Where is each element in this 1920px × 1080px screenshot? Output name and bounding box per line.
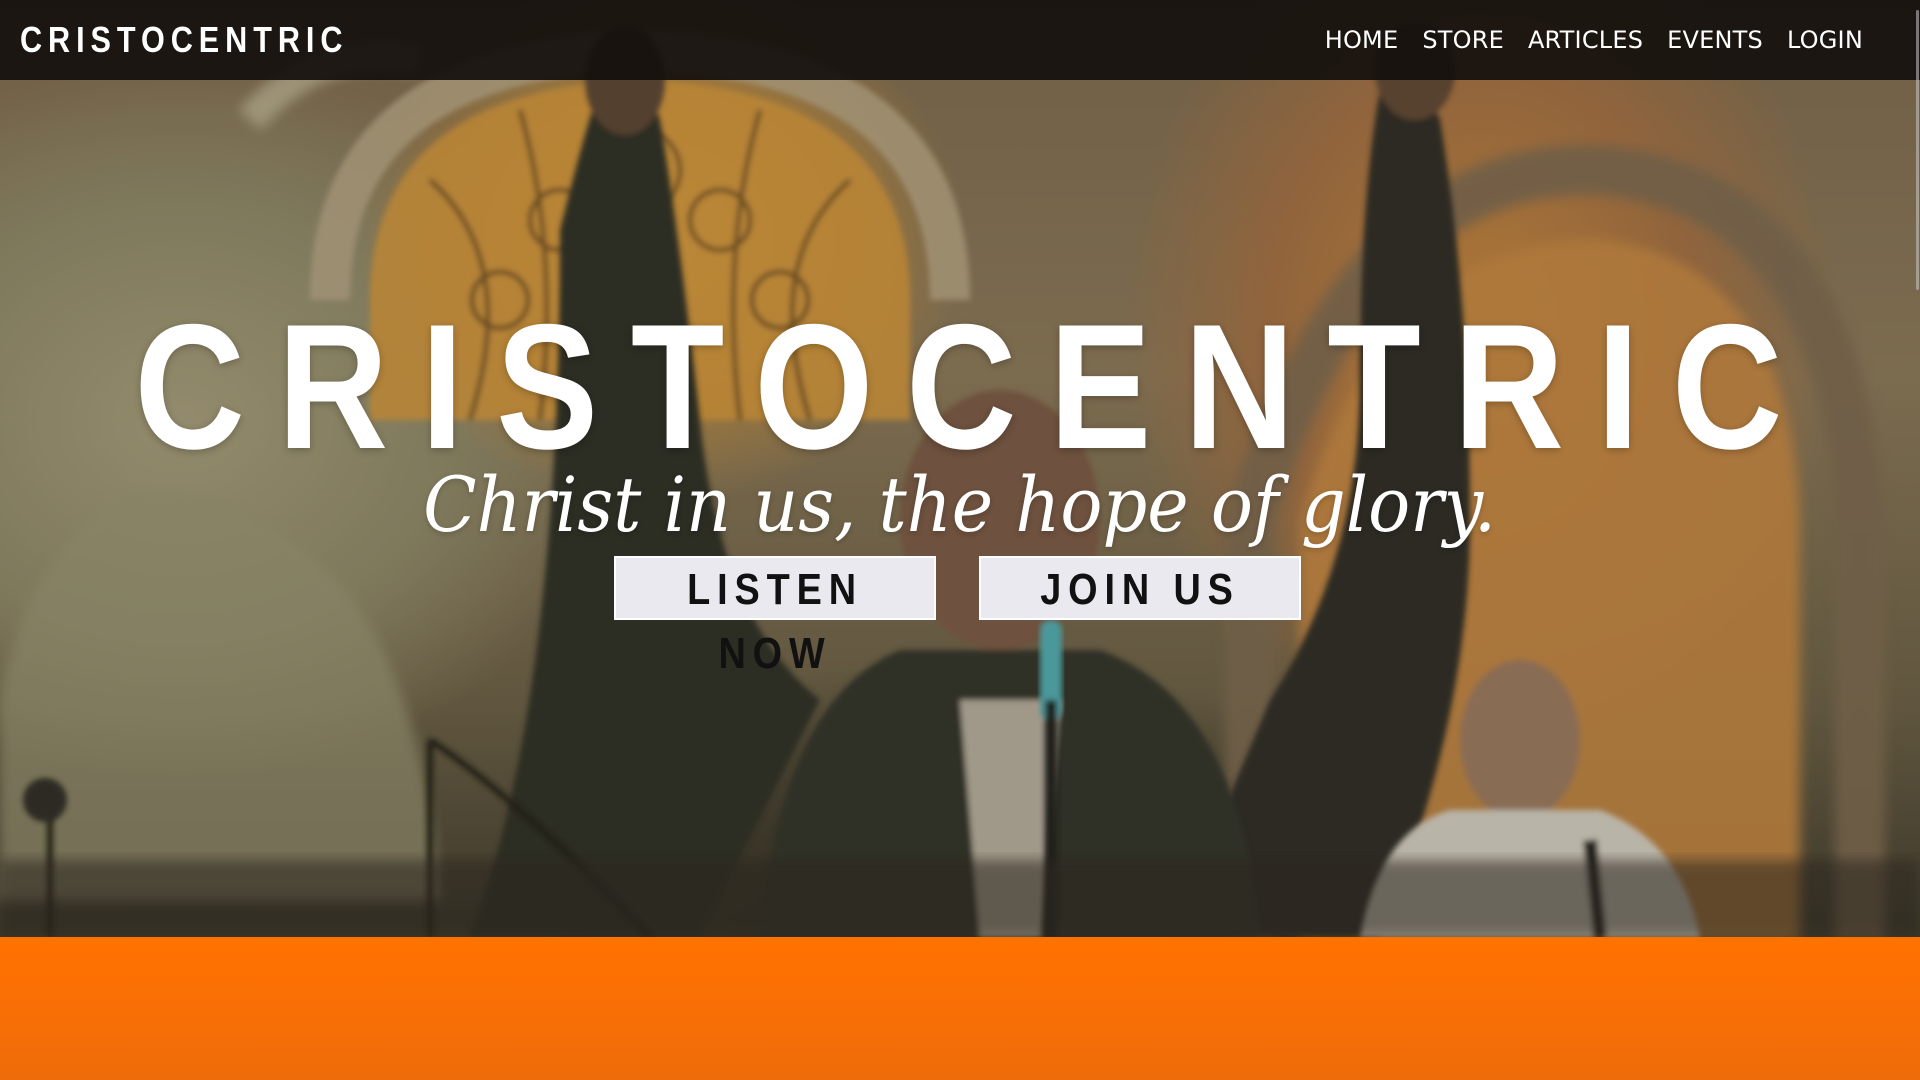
- nav-menu: HOME STORE ARTICLES EVENTS LOGIN: [1313, 0, 1875, 80]
- hero-title: CRISTOCENTRIC: [134, 287, 1816, 486]
- nav-item-login[interactable]: LOGIN: [1775, 26, 1875, 54]
- nav-item-articles[interactable]: ARTICLES: [1516, 26, 1655, 54]
- nav-item-events[interactable]: EVENTS: [1655, 26, 1775, 54]
- nav-item-store[interactable]: STORE: [1410, 26, 1516, 54]
- page-scrollbar[interactable]: [1914, 0, 1920, 937]
- join-us-label: JOIN US: [1040, 565, 1240, 614]
- listen-now-button[interactable]: LISTEN NOW: [614, 556, 936, 678]
- site-logo[interactable]: CRISTOCENTRIC: [20, 18, 348, 62]
- join-us-button[interactable]: JOIN US: [979, 556, 1301, 620]
- scrollbar-thumb[interactable]: [1916, 10, 1919, 290]
- hero-button-group: LISTEN NOW JOIN US: [0, 556, 1920, 678]
- nav-item-home[interactable]: HOME: [1313, 26, 1411, 54]
- hero-tagline: Christ in us, the hope of glory.: [423, 460, 1497, 549]
- listen-now-label: LISTEN NOW: [687, 565, 863, 678]
- page: CRISTOCENTRIC HOME STORE ARTICLES EVENTS…: [0, 0, 1920, 1080]
- top-navbar: CRISTOCENTRIC HOME STORE ARTICLES EVENTS…: [0, 0, 1920, 80]
- orange-section: [0, 937, 1920, 1080]
